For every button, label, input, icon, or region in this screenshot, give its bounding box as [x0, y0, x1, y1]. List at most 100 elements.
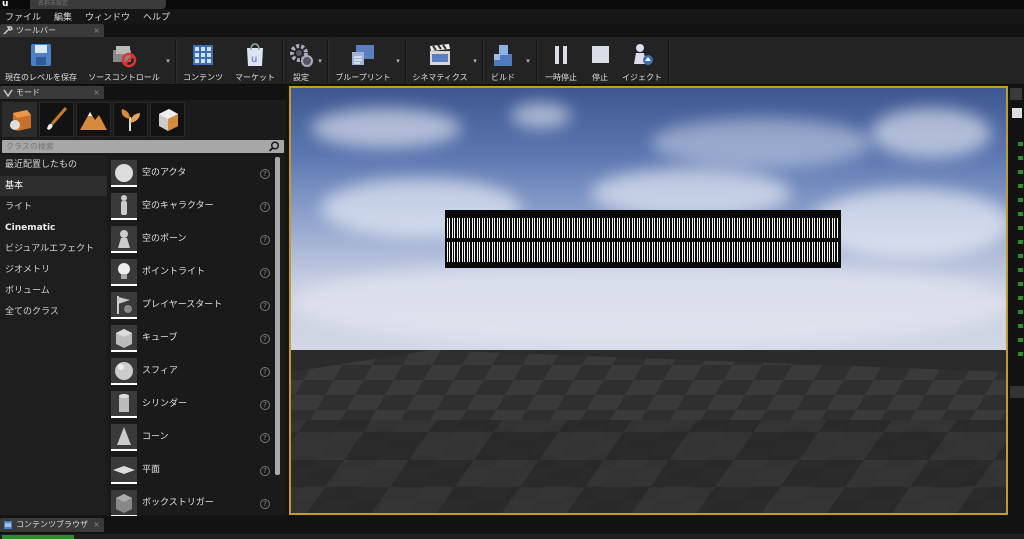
close-icon[interactable]: × [93, 86, 100, 99]
tab-toolbar[interactable]: ツールバー × [0, 24, 104, 37]
menu-window[interactable]: ウィンドウ [80, 10, 138, 23]
landscape-mode-button[interactable] [76, 102, 111, 137]
foliage-mode-button[interactable] [113, 102, 148, 137]
save-icon [31, 44, 51, 66]
help-icon[interactable]: ? [260, 499, 270, 509]
place-mode-button[interactable] [2, 102, 37, 137]
help-icon[interactable]: ? [260, 334, 270, 344]
place-item-empty-actor[interactable]: 空のアクタ ? [107, 157, 275, 190]
plane-icon [111, 457, 137, 484]
category-lights[interactable]: ライト [0, 197, 107, 217]
toolbar-tab-row: ツールバー × [0, 24, 1024, 37]
main-toolbar: 現在のレベルを保存 ソースコントロール ▾ コンテンツ u マーケット 設定 ▾… [0, 37, 1024, 85]
place-item-point-light[interactable]: ポイントライト ? [107, 256, 275, 289]
paint-mode-button[interactable] [39, 102, 74, 137]
outliner-strip [1010, 88, 1024, 398]
toolbar-separator [536, 39, 538, 83]
blueprint-button[interactable]: ブループリント [331, 39, 395, 83]
toolbar-separator [668, 39, 670, 83]
help-icon[interactable]: ? [260, 169, 270, 179]
light-bulb-icon [111, 259, 137, 286]
pause-icon [555, 46, 567, 64]
help-icon[interactable]: ? [260, 235, 270, 245]
place-item-empty-character[interactable]: 空のキャラクター ? [107, 190, 275, 223]
help-icon[interactable]: ? [260, 301, 270, 311]
pause-button[interactable]: 一時停止 [540, 39, 582, 83]
search-icon[interactable] [268, 141, 280, 152]
tab-content-browser[interactable]: コンテンツブラウザ × [0, 518, 104, 532]
cylinder-icon [111, 391, 137, 418]
pawn-icon [111, 226, 137, 253]
menu-edit[interactable]: 編集 [49, 10, 80, 23]
help-icon[interactable]: ? [260, 367, 270, 377]
save-level-button[interactable]: 現在のレベルを保存 [2, 39, 80, 83]
garbled-text-actor[interactable] [445, 210, 841, 268]
blueprint-dropdown-icon[interactable]: ▾ [394, 57, 402, 65]
place-item-plane[interactable]: 平面 ? [107, 454, 275, 487]
close-icon[interactable]: × [93, 518, 100, 531]
category-cinematic[interactable]: Cinematic [0, 218, 107, 238]
stop-button[interactable]: 停止 [586, 39, 614, 83]
cube-icon [111, 325, 137, 352]
help-icon[interactable]: ? [260, 202, 270, 212]
place-mode-icon [10, 110, 31, 131]
tab-modes[interactable]: モード × [0, 86, 104, 99]
help-icon[interactable]: ? [260, 268, 270, 278]
eject-button[interactable]: イジェクト [618, 39, 666, 83]
menu-file[interactable]: ファイル [0, 10, 49, 23]
category-basic[interactable]: 基本 [0, 176, 107, 196]
category-list: 最近配置したもの 基本 ライト Cinematic ビジュアルエフェクト ジオメ… [0, 155, 107, 515]
category-all-classes[interactable]: 全てのクラス [0, 302, 107, 322]
foliage-icon [121, 109, 140, 131]
toolbar-separator [327, 39, 329, 83]
source-control-button[interactable]: ソースコントロール [86, 39, 162, 83]
add-new-button[interactable] [2, 535, 74, 539]
settings-button[interactable]: 設定 [286, 39, 316, 83]
settings-icon [290, 44, 313, 67]
mode-selector [0, 100, 286, 139]
settings-dropdown-icon[interactable]: ▾ [316, 57, 324, 65]
place-item-empty-pawn[interactable]: 空のポーン ? [107, 223, 275, 256]
checker-floor [291, 350, 1006, 513]
svg-text:u: u [251, 54, 257, 65]
toolbar-separator [482, 39, 484, 83]
sphere-icon [111, 160, 137, 187]
place-actor-list: 空のアクタ ? 空のキャラクター ? 空のポーン ? ポイントライト ? プレイ… [107, 155, 285, 517]
place-item-player-start[interactable]: プレイヤースタート ? [107, 289, 275, 322]
unreal-logo-icon[interactable]: u [2, 0, 16, 9]
content-button[interactable]: コンテンツ [180, 39, 226, 83]
help-icon[interactable]: ? [260, 466, 270, 476]
marketplace-button[interactable]: u マーケット [232, 39, 278, 83]
category-volumes[interactable]: ボリューム [0, 281, 107, 301]
help-icon[interactable]: ? [260, 400, 270, 410]
class-search-input[interactable] [2, 140, 284, 153]
build-button[interactable]: ビルド [486, 39, 520, 83]
place-item-cone[interactable]: コーン ? [107, 421, 275, 454]
category-geometry[interactable]: ジオメトリ [0, 260, 107, 280]
cinematics-dropdown-icon[interactable]: ▾ [471, 57, 479, 65]
cinematics-button[interactable]: シネマティクス [408, 39, 472, 83]
menu-help[interactable]: ヘルプ [138, 10, 178, 23]
tab-modes-label: モード [16, 88, 40, 97]
marketplace-icon: u [247, 43, 263, 66]
toolbar-separator [405, 39, 407, 83]
tab-toolbar-label: ツールバー [16, 26, 56, 35]
category-recent[interactable]: 最近配置したもの [0, 155, 107, 175]
place-item-cylinder[interactable]: シリンダー ? [107, 388, 275, 421]
content-browser-icon [4, 521, 12, 529]
geometry-edit-icon [159, 109, 178, 131]
place-item-cube[interactable]: キューブ ? [107, 322, 275, 355]
box-trigger-icon [111, 490, 137, 517]
source-control-dropdown-icon[interactable]: ▾ [164, 57, 172, 65]
toolbar-separator [175, 39, 177, 83]
content-browser-toolbar [0, 534, 1024, 539]
geometry-edit-mode-button[interactable] [150, 102, 185, 137]
help-icon[interactable]: ? [260, 433, 270, 443]
wrench-icon [3, 26, 13, 35]
place-list-scrollbar[interactable] [275, 157, 280, 475]
build-dropdown-icon[interactable]: ▾ [524, 57, 532, 65]
place-item-sphere[interactable]: スフィア ? [107, 355, 275, 388]
close-icon[interactable]: × [93, 24, 100, 37]
category-visual-effects[interactable]: ビジュアルエフェクト [0, 239, 107, 259]
level-viewport[interactable] [289, 86, 1008, 515]
